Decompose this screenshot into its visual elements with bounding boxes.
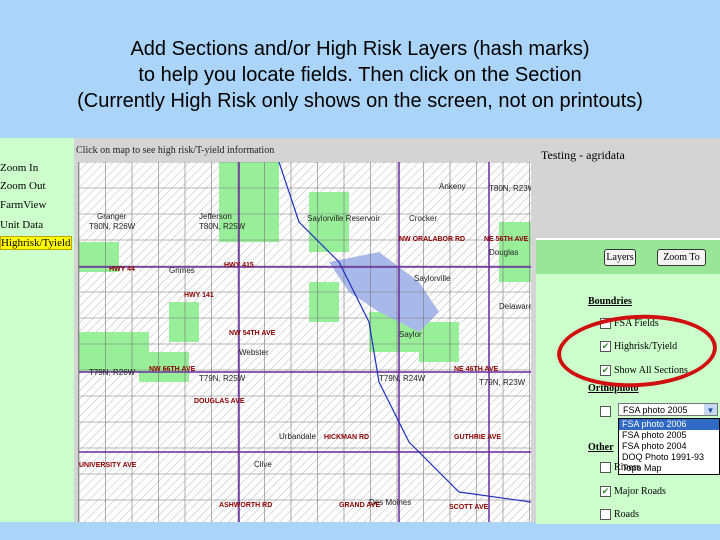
map-header: Click on map to see high risk/T-yield in… [76, 145, 275, 156]
layer-label: Roads [614, 509, 639, 520]
chevron-down-icon[interactable]: ▼ [704, 404, 717, 415]
map-road-label: HWY 141 [184, 292, 214, 299]
park-area [79, 332, 149, 372]
map-town-label: Saylorville [414, 274, 451, 283]
panel-title: Testing - agridata [541, 148, 625, 162]
map-town-label: Webster [239, 348, 269, 357]
map-road-label: HWY 415 [224, 262, 254, 269]
checkbox[interactable] [600, 509, 611, 520]
layer-label: Major Roads [614, 486, 666, 497]
map-road-label: NW 54TH AVE [229, 330, 276, 337]
boundaries-heading: Boundries [588, 296, 632, 307]
map-town-label: Ankeny [439, 182, 466, 191]
map-town-label: Granger [97, 212, 127, 221]
map-town-label: T79N, R26W [89, 368, 136, 377]
map-graphics [79, 162, 531, 522]
menu-zoom-in[interactable]: Zoom In [0, 162, 38, 174]
map-town-label: Saylor [399, 330, 422, 339]
map-town-label: Clive [254, 460, 272, 469]
orthophoto-toggle[interactable] [600, 406, 614, 417]
map-town-label: T80N, R26W [89, 222, 136, 231]
park-area [419, 322, 459, 362]
map-town-label: T79N, R24W [379, 374, 426, 383]
park-area [309, 282, 339, 322]
menu-farmview[interactable]: FarmView [0, 199, 46, 211]
map-town-label: T79N, R23W [479, 378, 526, 387]
map-town-label: Grimes [169, 266, 195, 275]
map-road-label: SCOTT AVE [449, 504, 489, 511]
map-road-label: NE 46TH AVE [454, 366, 499, 373]
map-road-label: NW ORALABOR RD [399, 236, 466, 243]
park-area [169, 302, 199, 342]
title-line: (Currently High Risk only shows on the s… [77, 90, 643, 112]
checkbox[interactable] [600, 462, 611, 473]
checkbox-checked[interactable]: ✔ [600, 486, 611, 497]
menu-zoom-out[interactable]: Zoom Out [0, 180, 46, 192]
title-line: Add Sections and/or High Risk Layers (ha… [130, 38, 590, 60]
left-menu: Zoom In Zoom Out FarmView Unit Data High… [0, 138, 74, 522]
map-town-label: Crocker [409, 214, 438, 223]
select-value: FSA photo 2005 [623, 405, 688, 415]
map-town-label: Saylorville Reservoir [307, 214, 380, 223]
layer-rivers[interactable]: Rivers [600, 462, 640, 473]
menu-unit-data[interactable]: Unit Data [0, 219, 43, 231]
map-town-label: T80N, R23W [489, 184, 531, 193]
option[interactable]: FSA photo 2004 [619, 441, 719, 452]
menu-highrisk-tyield[interactable]: Highrisk/Tyield [0, 236, 72, 250]
map-canvas[interactable]: Ankeny Granger T80N, R26W Jefferson T80N, R2… [78, 162, 531, 522]
layers-button[interactable]: Layers [604, 249, 636, 266]
map-road-label: NE 56TH AVE [484, 236, 529, 243]
map-town-label: Delaware [499, 302, 531, 311]
map-town-label: Douglas [489, 248, 519, 257]
layer-major-roads[interactable]: ✔ Major Roads [600, 486, 666, 497]
map-road-label: GRAND AVE [339, 502, 381, 509]
map-town-label: Jefferson [199, 212, 232, 221]
other-heading: Other [588, 442, 614, 453]
orthophoto-select[interactable]: FSA photo 2005 ▼ [618, 403, 718, 416]
map-road-label: ASHWORTH RD [219, 502, 273, 509]
option[interactable]: FSA photo 2006 [619, 419, 719, 430]
checkbox[interactable] [600, 406, 611, 417]
panel-toolbar: Layers Zoom To [536, 240, 720, 274]
layer-roads[interactable]: Roads [600, 509, 639, 520]
map-road-label: NW 66TH AVE [149, 366, 196, 373]
zoom-to-button[interactable]: Zoom To [657, 249, 706, 266]
map-town-label: T79N, R25W [199, 374, 246, 383]
map-road-label: UNIVERSITY AVE [79, 462, 137, 469]
map-road-label: GUTHRIE AVE [454, 434, 502, 441]
map-town-label: Urbandale [279, 432, 316, 441]
map-road-label: HICKMAN RD [324, 434, 370, 441]
slide-title: Add Sections and/or High Risk Layers (ha… [0, 36, 720, 114]
title-line: to help you locate fields. Then click on… [138, 64, 582, 86]
map-town-label: T80N, R25W [199, 222, 246, 231]
map-road-label: HWY 44 [109, 266, 135, 273]
option[interactable]: FSA photo 2005 [619, 430, 719, 441]
map-road-label: DOUGLAS AVE [194, 398, 245, 405]
layer-label: Rivers [614, 462, 641, 473]
